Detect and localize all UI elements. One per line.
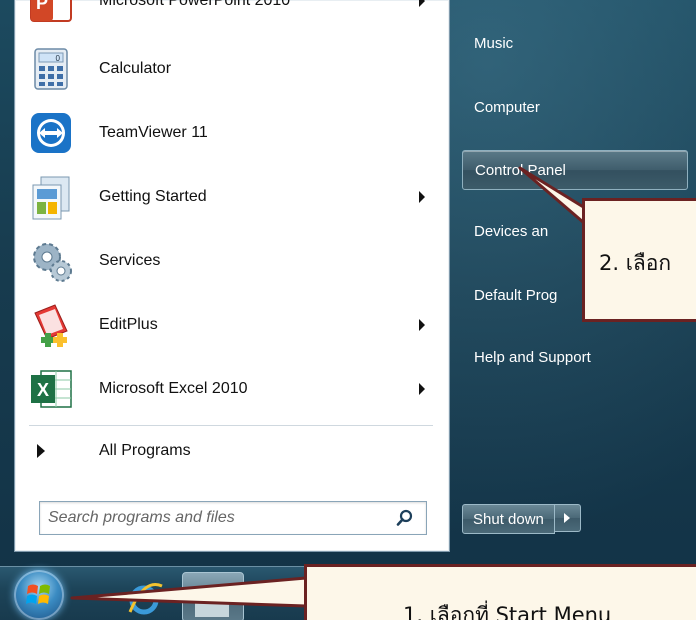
start-button[interactable] [14,570,64,620]
program-label: Getting Started [99,188,207,205]
right-item-music[interactable]: Music [462,26,688,60]
program-item-calculator[interactable]: 0 Calculator [23,38,433,100]
chevron-right-icon [564,513,571,523]
program-item-editplus[interactable]: EditPlus [23,294,433,356]
getting-started-icon [27,173,75,221]
all-programs-label: All Programs [99,442,191,459]
start-menu-programs-pane: P Microsoft PowerPoint 2010 0 Calculator… [14,0,450,552]
search-icon[interactable] [396,509,414,527]
windows-logo-icon [26,584,50,604]
internet-explorer-icon[interactable] [124,576,168,620]
program-label: TeamViewer 11 [99,124,208,141]
callout-step-2: 2. เลือก [582,198,696,322]
search-box[interactable] [39,501,427,535]
submenu-arrow-icon [419,0,425,7]
right-item-control-panel[interactable]: Control Panel [462,150,688,190]
shutdown-button[interactable]: Shut down [462,504,555,534]
right-item-help-and-support[interactable]: Help and Support [462,340,688,374]
right-item-label: Default Prog [474,286,558,304]
program-label: Microsoft Excel 2010 [99,380,248,397]
excel-icon: X [27,365,75,413]
submenu-arrow-icon [419,383,425,395]
callout-step-1-text: 1. เลือกที่ Start Menu [403,603,612,620]
right-item-label: Music [474,34,514,52]
submenu-arrow-icon [419,319,425,331]
all-programs-button[interactable]: All Programs [23,432,433,470]
menu-separator [29,425,433,426]
callout-step-1: 1. เลือกที่ Start Menu [304,564,696,620]
expand-arrow-icon [37,444,45,458]
svg-text:X: X [37,380,49,400]
program-item-services[interactable]: Services [23,230,433,292]
right-item-label: Computer [474,98,540,116]
calculator-icon: 0 [27,45,75,93]
search-input[interactable] [48,506,378,530]
services-gears-icon [27,237,75,285]
window-thumbnail [195,589,229,617]
program-item-excel[interactable]: X Microsoft Excel 2010 [23,358,433,420]
shutdown-options-button[interactable] [554,504,581,532]
callout-step-2-text: 2. เลือก [599,251,672,275]
desktop-screen: P Microsoft PowerPoint 2010 0 Calculator… [0,0,696,620]
shutdown-group: Shut down [462,504,581,534]
teamviewer-icon [27,109,75,157]
right-item-label: Help and Support [474,348,591,366]
svg-text:0: 0 [56,54,61,63]
right-item-label: Devices an [474,222,549,240]
right-item-label: Control Panel [475,161,566,179]
program-item-powerpoint[interactable]: P Microsoft PowerPoint 2010 [23,0,433,32]
program-label: Microsoft PowerPoint 2010 [99,0,291,9]
right-item-computer[interactable]: Computer [462,90,688,124]
program-item-teamviewer[interactable]: TeamViewer 11 [23,102,433,164]
svg-text:P: P [36,0,48,13]
program-item-getting-started[interactable]: Getting Started [23,166,433,228]
powerpoint-icon: P [27,0,75,25]
submenu-arrow-icon [419,191,425,203]
program-label: EditPlus [99,316,158,333]
program-label: Services [99,252,161,269]
taskbar-window-button[interactable] [182,572,244,620]
editplus-icon [27,301,75,349]
program-label: Calculator [99,60,172,77]
